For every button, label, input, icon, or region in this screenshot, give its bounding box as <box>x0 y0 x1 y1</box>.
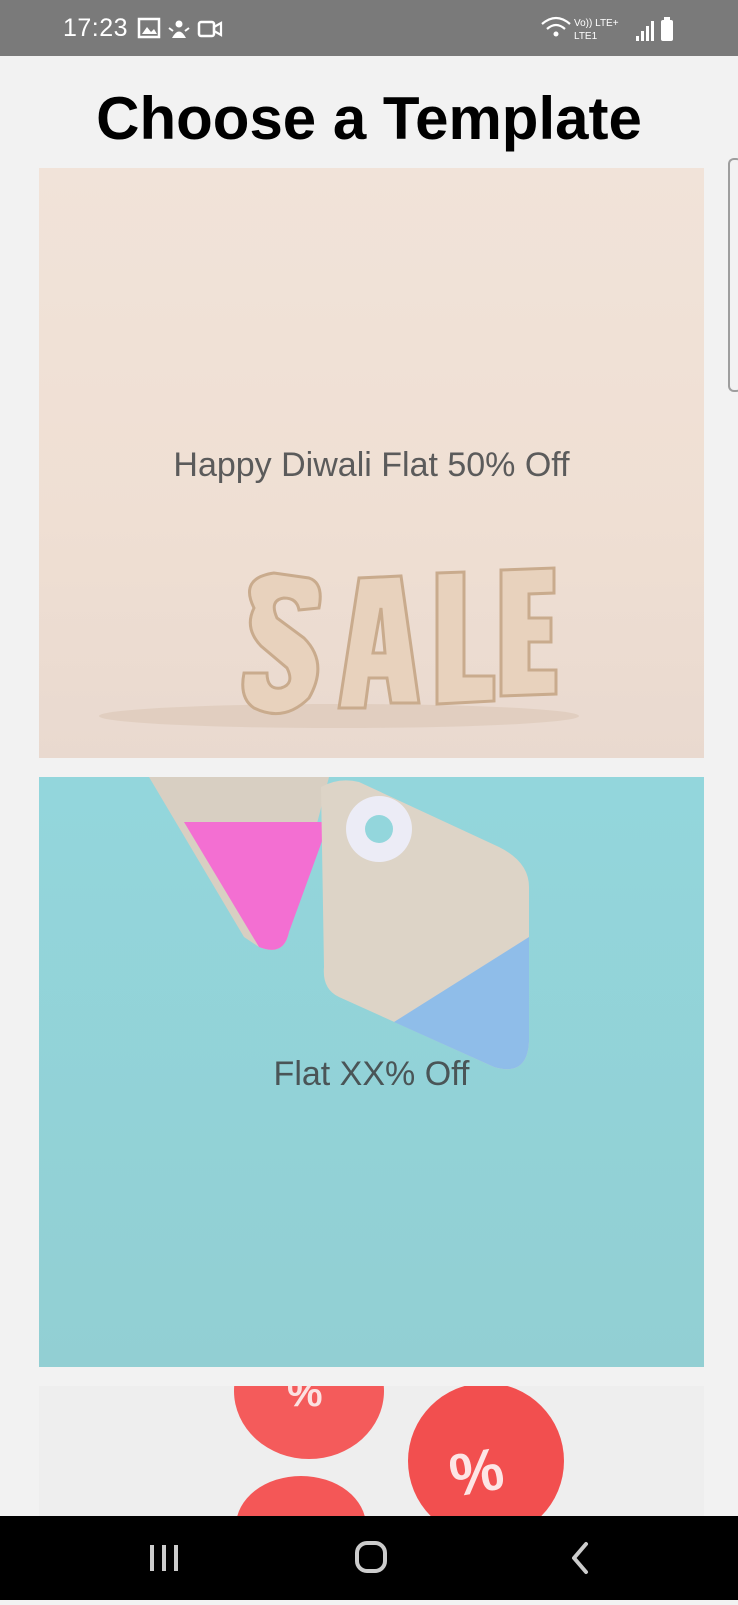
back-icon <box>572 1542 588 1574</box>
template-card-diwali[interactable]: Happy Diwali Flat 50% Off <box>39 168 704 758</box>
template-card-text: Flat XX% Off <box>273 1055 470 1093</box>
percent-balloons-image: % % <box>234 1386 564 1516</box>
status-left-icons <box>137 17 227 46</box>
recents-icon <box>150 1545 178 1571</box>
template-card-flat-off[interactable]: Flat XX% Off <box>39 777 704 1367</box>
battery-icon <box>661 17 673 41</box>
status-bar: 17:23 Vo)) LTE+ LTE1 <box>0 0 738 56</box>
back-button[interactable] <box>518 1516 638 1600</box>
recents-button[interactable] <box>105 1516 225 1600</box>
template-card-balloons[interactable]: % % <box>39 1386 704 1516</box>
nav-bar <box>0 1516 738 1600</box>
usb-debug-icon <box>168 20 190 38</box>
wifi-icon <box>541 16 571 37</box>
page-title: Choose a Template <box>96 85 642 152</box>
home-button[interactable] <box>311 1516 431 1600</box>
network-top: Vo)) LTE+ <box>574 18 619 29</box>
svg-text:%: % <box>287 1386 323 1415</box>
status-time: 17:23 <box>63 14 129 42</box>
status-right-icons: Vo)) LTE+ LTE1 <box>540 14 680 49</box>
gallery-icon <box>137 17 161 39</box>
scroll-indicator[interactable] <box>728 158 738 392</box>
template-card-text: Happy Diwali Flat 50% Off <box>173 446 570 484</box>
home-icon <box>355 1541 387 1573</box>
signal-icon <box>636 21 654 41</box>
video-icon <box>197 20 223 38</box>
network-bottom: LTE1 <box>574 31 598 42</box>
